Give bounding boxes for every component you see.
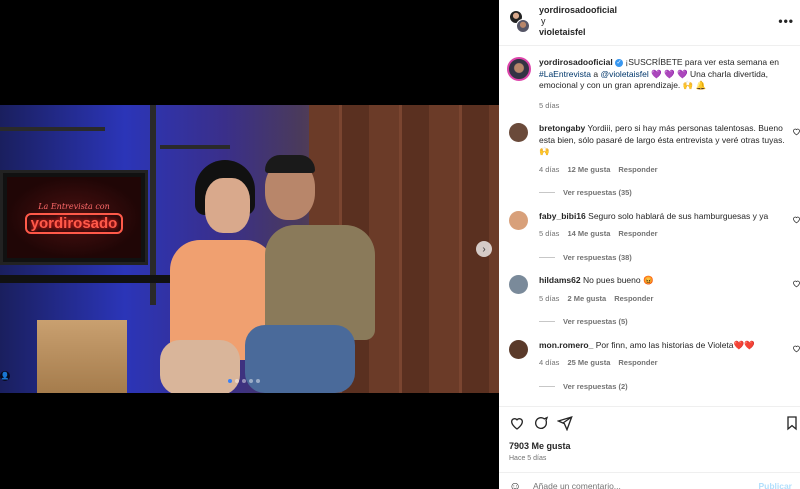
emoji-icon[interactable]: ☺ [509, 479, 521, 489]
comment-time: 5 días [539, 293, 560, 303]
comment-username[interactable]: faby_bibi16 [539, 211, 586, 221]
view-replies-label: Ver respuestas (35) [563, 188, 632, 197]
post-details-panel: yordirosadooficial y violetaisfel ••• yo… [499, 0, 800, 489]
carousel-indicator [228, 379, 260, 383]
comment-username[interactable]: mon.romero_ [539, 340, 593, 350]
carousel-dot [249, 379, 253, 383]
comment-time: 4 días [539, 164, 560, 174]
view-replies-label: Ver respuestas (5) [563, 317, 628, 326]
joiner-text: y [541, 16, 546, 26]
comment-item: mon.romero_ Por finn, amo las historias … [499, 328, 800, 393]
caption-text: ¡SUSCRÍBETE para ver esta semana en [623, 57, 779, 67]
collab-usernames: yordirosadooficial y violetaisfel [539, 5, 617, 38]
comment-input[interactable] [533, 481, 733, 489]
comment-like-icon[interactable] [792, 344, 800, 353]
reply-button[interactable]: Responder [614, 293, 653, 305]
comments-scroll[interactable]: yordirosadooficial ✓ ¡SUSCRÍBETE para ve… [499, 47, 800, 405]
view-replies-label: Ver respuestas (2) [563, 381, 628, 391]
post-photo[interactable]: La Entrevista con yordirosado [0, 105, 499, 393]
replies-divider [539, 321, 555, 323]
avatar[interactable] [509, 339, 528, 359]
view-replies-button[interactable]: Ver respuestas (5) [539, 316, 790, 328]
avatar[interactable] [509, 123, 528, 142]
replies-divider [539, 192, 555, 194]
bookmark-icon[interactable] [784, 415, 800, 431]
media-pane: La Entrevista con yordirosado 👤 › [0, 0, 499, 489]
reply-button[interactable]: Responder [618, 357, 657, 369]
posted-time: Hace 5 días [509, 455, 547, 462]
comment-meta: 4 días 12 Me gusta Responder [539, 164, 790, 176]
comment-item: hildams62 No pues bueno 😡 5 días 2 Me gu… [499, 263, 800, 328]
shelf [0, 127, 105, 131]
carousel-dot [256, 379, 260, 383]
hashtag-link[interactable]: #LaEntrevista [539, 69, 591, 79]
comment-time: 5 días [539, 229, 560, 238]
publish-button[interactable]: Publicar [758, 481, 792, 489]
comment-like-icon[interactable] [792, 127, 800, 136]
likes-count[interactable]: 7903 Me gusta [509, 441, 571, 451]
comment-meta: 4 días 25 Me gusta Responder [539, 357, 790, 369]
tv-logo: yordirosado [24, 212, 124, 234]
collab-avatars[interactable] [509, 10, 531, 34]
view-replies-label: Ver respuestas (38) [563, 252, 632, 262]
heart-icon[interactable] [509, 415, 525, 431]
comment-like-icon[interactable] [792, 279, 800, 288]
view-replies-button[interactable]: Ver respuestas (2) [539, 381, 790, 393]
caption-hearts: 💜 💜 💜 [648, 68, 688, 79]
add-comment-bar: ☺ Publicar [499, 472, 800, 489]
comment-username[interactable]: hildams62 [539, 275, 581, 285]
shelf [160, 145, 230, 149]
comment-username[interactable]: bretongaby [539, 123, 585, 133]
avatar [516, 19, 530, 33]
carousel-dot [228, 379, 232, 383]
reply-button[interactable]: Responder [618, 228, 657, 240]
carousel-dot [235, 379, 239, 383]
avatar[interactable] [509, 275, 528, 294]
user-tag-icon[interactable]: 👤 [0, 371, 10, 381]
post-caption: yordirosadooficial ✓ ¡SUSCRÍBETE para ve… [499, 47, 800, 111]
tv-logo-subtitle: La Entrevista con [38, 201, 110, 211]
comment-likes[interactable]: 14 Me gusta [567, 228, 610, 240]
replies-divider [539, 256, 555, 258]
comment-list: bretongaby Yordiii, pero si hay más pers… [499, 111, 800, 392]
action-bar [499, 406, 800, 438]
carousel-dot [242, 379, 246, 383]
person-man [245, 155, 380, 393]
cabinet [37, 320, 127, 393]
comment-text: Por finn, amo las historias de Violeta❤️… [595, 339, 755, 350]
username-link[interactable]: violetaisfel [539, 27, 586, 37]
comment-text: No pues bueno 😡 [582, 275, 654, 285]
comment-likes[interactable]: 12 Me gusta [567, 164, 610, 176]
post-header: yordirosadooficial y violetaisfel ••• [499, 0, 800, 46]
comment-likes[interactable]: 25 Me gusta [567, 357, 610, 369]
comment-likes[interactable]: 2 Me gusta [567, 293, 606, 305]
comment-item: faby_bibi16 Seguro solo hablará de sus h… [499, 199, 800, 264]
comment-meta: 5 días 2 Me gusta Responder [539, 293, 790, 305]
tv-screen: La Entrevista con yordirosado [0, 170, 148, 265]
desk [0, 275, 175, 283]
comment-icon[interactable] [533, 415, 549, 431]
avatar[interactable] [509, 210, 528, 230]
share-icon[interactable] [557, 415, 573, 431]
verified-badge-icon: ✓ [615, 58, 624, 67]
mention-link[interactable]: @violetaisfel [600, 69, 648, 79]
view-replies-button[interactable]: Ver respuestas (38) [539, 252, 790, 264]
avatar[interactable] [507, 57, 531, 81]
comment-time: 4 días [539, 358, 560, 367]
comment-text: Seguro solo hablará de sus hamburguesas … [588, 210, 769, 221]
replies-divider [539, 385, 555, 387]
more-options-icon[interactable]: ••• [778, 14, 794, 28]
comment-meta: 5 días 14 Me gusta Responder [539, 228, 790, 240]
instagram-post-view: La Entrevista con yordirosado 👤 › yordir… [0, 0, 800, 489]
view-replies-button[interactable]: Ver respuestas (35) [539, 187, 790, 199]
comment-item: bretongaby Yordiii, pero si hay más pers… [499, 111, 800, 199]
caption-username[interactable]: yordirosadooficial [539, 57, 613, 67]
caption-time: 5 días [539, 100, 560, 110]
next-image-button[interactable]: › [476, 241, 492, 257]
reply-button[interactable]: Responder [618, 164, 657, 176]
comment-like-icon[interactable] [792, 215, 800, 224]
username-link[interactable]: yordirosadooficial [539, 5, 617, 15]
